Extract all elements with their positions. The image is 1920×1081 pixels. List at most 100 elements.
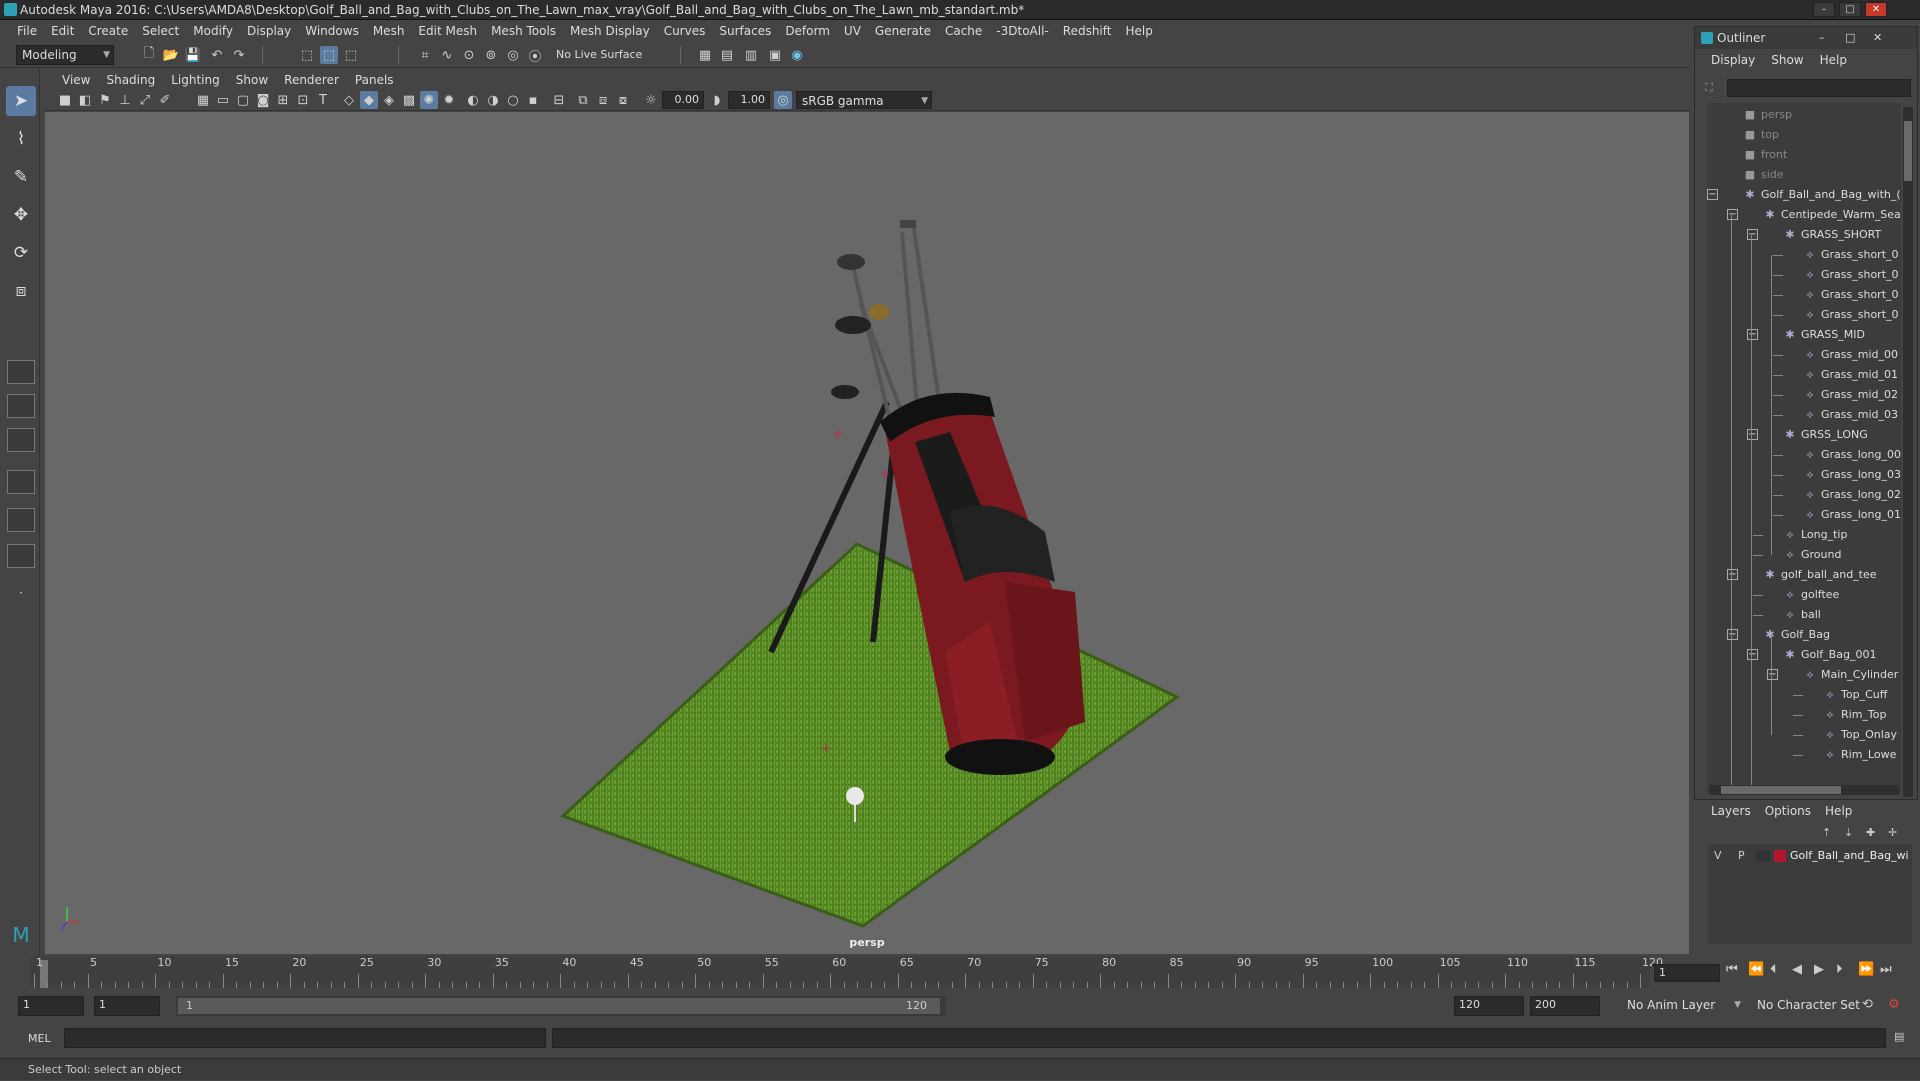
- save-scene-icon[interactable]: 💾: [184, 46, 202, 64]
- minimize-button[interactable]: –: [1813, 2, 1835, 17]
- mel-label[interactable]: MEL: [28, 1032, 51, 1045]
- menu-file[interactable]: File: [10, 24, 44, 38]
- range-slider[interactable]: 1 120: [176, 996, 946, 1016]
- color-management-icon[interactable]: ◎: [774, 91, 792, 109]
- layers-menu-help[interactable]: Help: [1818, 804, 1859, 818]
- menu-redshift[interactable]: Redshift: [1056, 24, 1119, 38]
- vp-menu-lighting[interactable]: Lighting: [163, 73, 228, 87]
- move-tool-icon[interactable]: ✥: [6, 200, 36, 230]
- grease-pencil-icon[interactable]: ✐: [156, 91, 174, 109]
- select-object-icon[interactable]: ⬚: [320, 46, 338, 64]
- outliner-row[interactable]: ✱ Golf_Bag_001: [1783, 645, 1876, 665]
- step-back-frame-icon[interactable]: ⏪: [1748, 962, 1764, 977]
- tree-expander[interactable]: −: [1767, 669, 1778, 680]
- play-backwards-icon[interactable]: ◀: [1792, 962, 1802, 977]
- outliner-row[interactable]: ⟡ Grass_short_0: [1803, 245, 1898, 265]
- isolate-select-icon[interactable]: ⊟: [550, 91, 568, 109]
- field-chart-icon[interactable]: ⊞: [274, 91, 292, 109]
- paint-select-tool-icon[interactable]: ✎: [6, 162, 36, 192]
- outliner-row[interactable]: ⟡ golftee: [1783, 585, 1839, 605]
- outliner-row[interactable]: ✱ golf_ball_and_tee: [1763, 565, 1876, 585]
- vp-menu-shading[interactable]: Shading: [98, 73, 163, 87]
- new-layer-icon[interactable]: ✚: [1866, 826, 1875, 839]
- range-slider-handle[interactable]: 1 120: [178, 998, 940, 1014]
- outliner-row[interactable]: ⟡ Top_Onlay: [1823, 725, 1897, 745]
- outliner-row[interactable]: ✱ Centipede_Warm_Sea: [1763, 205, 1900, 225]
- grid-icon[interactable]: ▦: [194, 91, 212, 109]
- tree-expander[interactable]: −: [1727, 209, 1738, 220]
- select-component-icon[interactable]: ⬚: [342, 46, 360, 64]
- move-layer-down-icon[interactable]: ⇣: [1844, 826, 1853, 839]
- outliner-row[interactable]: ⟡ Rim_Lowe: [1823, 745, 1896, 765]
- mel-input[interactable]: [64, 1028, 546, 1048]
- outliner-row[interactable]: ✱ GRASS_SHORT: [1783, 225, 1881, 245]
- outliner-row[interactable]: ✱ Golf_Bag: [1763, 625, 1830, 645]
- menu-windows[interactable]: Windows: [298, 24, 366, 38]
- outliner-row[interactable]: ⟡ Top_Cuff: [1823, 685, 1887, 705]
- select-tool-icon[interactable]: ➤: [6, 86, 36, 116]
- menu-mesh[interactable]: Mesh: [366, 24, 412, 38]
- snap-grid-icon[interactable]: ⌗: [416, 46, 434, 64]
- outliner-menu-display[interactable]: Display: [1703, 53, 1763, 67]
- gamma-icon[interactable]: ◗: [708, 91, 726, 109]
- outliner-row[interactable]: ⟡ Grass_long_01: [1803, 505, 1901, 525]
- layer-row[interactable]: V P Golf_Ball_and_Bag_wi: [1708, 846, 1912, 866]
- vp-menu-show[interactable]: Show: [228, 73, 276, 87]
- layer-color-swatch[interactable]: [1774, 850, 1786, 862]
- menu-display[interactable]: Display: [240, 24, 298, 38]
- menu-mesh-tools[interactable]: Mesh Tools: [484, 24, 563, 38]
- menu-curves[interactable]: Curves: [657, 24, 713, 38]
- ipr-render-icon[interactable]: ▥: [742, 46, 760, 64]
- xray-joints-icon[interactable]: ◑: [484, 91, 502, 109]
- playback-start-field[interactable]: 1: [94, 996, 160, 1016]
- render-frame-icon[interactable]: ▦: [696, 46, 714, 64]
- outliner-hscrollbar[interactable]: [1709, 785, 1899, 795]
- layer-name[interactable]: Golf_Ball_and_Bag_wi: [1790, 846, 1909, 866]
- tree-expander[interactable]: −: [1747, 229, 1758, 240]
- outliner-row[interactable]: ⟡ Main_Cylinder: [1803, 665, 1898, 685]
- outliner-row[interactable]: ⟡ Long_tip: [1783, 525, 1847, 545]
- outliner-search-input[interactable]: [1727, 79, 1911, 97]
- outliner-menu-show[interactable]: Show: [1763, 53, 1811, 67]
- hypershade-icon[interactable]: ◉: [788, 46, 806, 64]
- persp-graph-layout-icon[interactable]: [7, 470, 35, 494]
- smooth-shade-icon[interactable]: ◆: [360, 91, 378, 109]
- snap-live-icon[interactable]: ⦿: [526, 46, 544, 65]
- depth-of-field-icon[interactable]: ⧇: [614, 91, 632, 109]
- camera-select-icon[interactable]: ■: [56, 91, 74, 109]
- exposure-icon[interactable]: ☼: [642, 91, 660, 109]
- outliner-row[interactable]: ⟡ Grass_long_03: [1803, 465, 1901, 485]
- scale-tool-icon[interactable]: ⧈: [6, 276, 36, 306]
- wireframe-icon[interactable]: ◇: [340, 91, 358, 109]
- close-icon[interactable]: ✕: [1873, 27, 1882, 49]
- undo-icon[interactable]: ↶: [208, 46, 226, 64]
- tree-expander[interactable]: −: [1747, 649, 1758, 660]
- go-to-end-icon[interactable]: ⏭: [1880, 962, 1892, 977]
- outliner-row[interactable]: ⟡ Grass_mid_03: [1803, 405, 1898, 425]
- step-forward-frame-icon[interactable]: ⏩: [1858, 962, 1874, 977]
- play-forwards-icon[interactable]: ▶: [1814, 962, 1824, 977]
- layer-playback-toggle[interactable]: P: [1738, 846, 1745, 866]
- image-plane-icon[interactable]: ⊥: [116, 91, 134, 109]
- animation-preferences-icon[interactable]: ⚙: [1888, 997, 1900, 1012]
- step-forward-key-icon[interactable]: ⏵: [1836, 962, 1843, 977]
- end-time-field[interactable]: 200: [1530, 996, 1600, 1016]
- gamma-field[interactable]: 1.00: [728, 91, 770, 109]
- select-hierarchy-icon[interactable]: ⬚: [298, 46, 316, 64]
- menu-edit[interactable]: Edit: [44, 24, 81, 38]
- open-scene-icon[interactable]: 📂: [162, 46, 180, 64]
- tree-expander[interactable]: −: [1727, 569, 1738, 580]
- outliner-row[interactable]: ✱ Golf_Ball_and_Bag_with_(: [1743, 185, 1900, 205]
- menu-deform[interactable]: Deform: [778, 24, 837, 38]
- auto-key-icon[interactable]: ⟲: [1862, 997, 1873, 1012]
- colorspace-dropdown[interactable]: sRGB gamma ▼: [796, 91, 932, 109]
- move-layer-up-icon[interactable]: ⇡: [1822, 826, 1831, 839]
- exposure-field[interactable]: 0.00: [662, 91, 704, 109]
- layer-visibility-toggle[interactable]: V: [1714, 846, 1722, 866]
- persp-uv-layout-icon[interactable]: [7, 544, 35, 568]
- safe-title-icon[interactable]: T: [314, 91, 332, 109]
- outliner-row[interactable]: ■ side: [1743, 165, 1784, 185]
- outliner-row[interactable]: ✱ GRSS_LONG: [1783, 425, 1867, 445]
- gate-mask-icon[interactable]: ◙: [254, 91, 272, 109]
- outliner-vscrollbar[interactable]: [1903, 107, 1913, 797]
